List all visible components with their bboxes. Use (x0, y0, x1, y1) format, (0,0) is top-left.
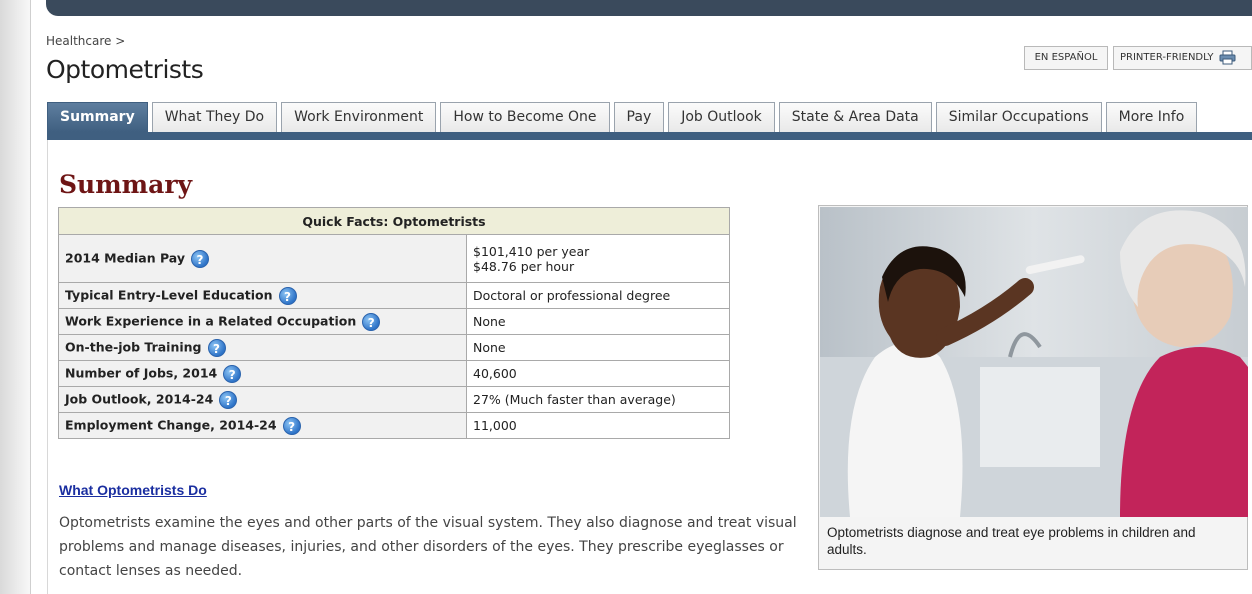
tab-what-they-do[interactable]: What They Do (151, 102, 278, 132)
row-label: Employment Change, 2014-24? (58, 412, 467, 439)
help-icon[interactable]: ? (191, 249, 210, 268)
summary-heading: Summary (59, 170, 193, 199)
table-row: Number of Jobs, 2014? 40,600 (58, 360, 730, 387)
row-value: Doctoral or professional degree (466, 282, 730, 309)
table-row: Job Outlook, 2014-24? 27% (Much faster t… (58, 386, 730, 413)
row-value: None (466, 308, 730, 335)
tab-pay[interactable]: Pay (613, 102, 665, 132)
row-label: 2014 Median Pay? (58, 234, 467, 283)
row-label-text: Typical Entry-Level Education (65, 287, 273, 302)
content-left-border (47, 140, 48, 594)
tab-underline-bar (47, 132, 1252, 140)
table-row: On-the-job Training? None (58, 334, 730, 361)
help-icon[interactable]: ? (278, 286, 297, 305)
row-value: None (466, 334, 730, 361)
row-value: $101,410 per year $48.76 per hour (466, 234, 730, 283)
median-pay-year: $101,410 per year (473, 243, 590, 259)
table-row: Employment Change, 2014-24? 11,000 (58, 412, 730, 439)
help-icon[interactable]: ? (362, 312, 381, 331)
tab-work-environment[interactable]: Work Environment (281, 102, 437, 132)
breadcrumb-healthcare[interactable]: Healthcare > (46, 34, 125, 48)
help-icon[interactable]: ? (219, 390, 238, 409)
occupation-tabs: Summary What They Do Work Environment Ho… (47, 102, 1201, 132)
what-they-do-summary: Optometrists examine the eyes and other … (59, 515, 797, 579)
page-title: Optometrists (46, 55, 204, 84)
photo-figure: Optometrists diagnose and treat eye prob… (818, 205, 1248, 570)
tab-more-info[interactable]: More Info (1105, 102, 1198, 132)
tab-state-area-data[interactable]: State & Area Data (778, 102, 932, 132)
table-row: Typical Entry-Level Education? Doctoral … (58, 282, 730, 309)
printer-friendly-button[interactable]: PRINTER-FRIENDLY (1113, 46, 1252, 70)
median-pay-hour: $48.76 per hour (473, 258, 575, 274)
row-label-text: Employment Change, 2014-24 (65, 417, 277, 432)
printer-icon (1219, 50, 1236, 64)
table-row: 2014 Median Pay? $101,410 per year $48.7… (58, 234, 730, 283)
tab-how-to-become-one[interactable]: How to Become One (440, 102, 610, 132)
tab-summary[interactable]: Summary (47, 102, 148, 132)
help-icon[interactable]: ? (282, 416, 301, 435)
row-label-text: On-the-job Training (65, 339, 202, 354)
table-row: Work Experience in a Related Occupation?… (58, 308, 730, 335)
what-optometrists-do-link[interactable]: What Optometrists Do (59, 482, 207, 498)
row-label-text: Job Outlook, 2014-24 (65, 391, 214, 406)
tab-similar-occupations[interactable]: Similar Occupations (935, 102, 1102, 132)
row-value: 27% (Much faster than average) (466, 386, 730, 413)
optometrist-photo (820, 207, 1248, 517)
row-value: 40,600 (466, 360, 730, 387)
row-label-text: Work Experience in a Related Occupation (65, 313, 357, 328)
printer-friendly-label: PRINTER-FRIENDLY (1120, 52, 1214, 63)
header-band (46, 0, 1252, 16)
tab-job-outlook[interactable]: Job Outlook (668, 102, 775, 132)
left-page-shadow (0, 0, 30, 594)
photo-caption: Optometrists diagnose and treat eye prob… (827, 525, 1196, 557)
quick-facts-title: Quick Facts: Optometrists (58, 207, 730, 235)
spanish-button[interactable]: EN ESPAÑOL (1024, 46, 1108, 70)
row-label-text: Number of Jobs, 2014 (65, 365, 218, 380)
help-icon[interactable]: ? (207, 338, 226, 357)
row-value: 11,000 (466, 412, 730, 439)
row-label: Work Experience in a Related Occupation? (58, 308, 467, 335)
row-label: On-the-job Training? (58, 334, 467, 361)
help-icon[interactable]: ? (223, 364, 242, 383)
photo-illustration (820, 207, 1248, 517)
breadcrumb[interactable]: Healthcare > (46, 34, 125, 48)
quick-facts-table: Quick Facts: Optometrists 2014 Median Pa… (58, 207, 730, 439)
row-label: Typical Entry-Level Education? (58, 282, 467, 309)
left-divider (30, 0, 31, 594)
row-label: Number of Jobs, 2014? (58, 360, 467, 387)
row-label-text: 2014 Median Pay (65, 250, 186, 265)
row-label: Job Outlook, 2014-24? (58, 386, 467, 413)
